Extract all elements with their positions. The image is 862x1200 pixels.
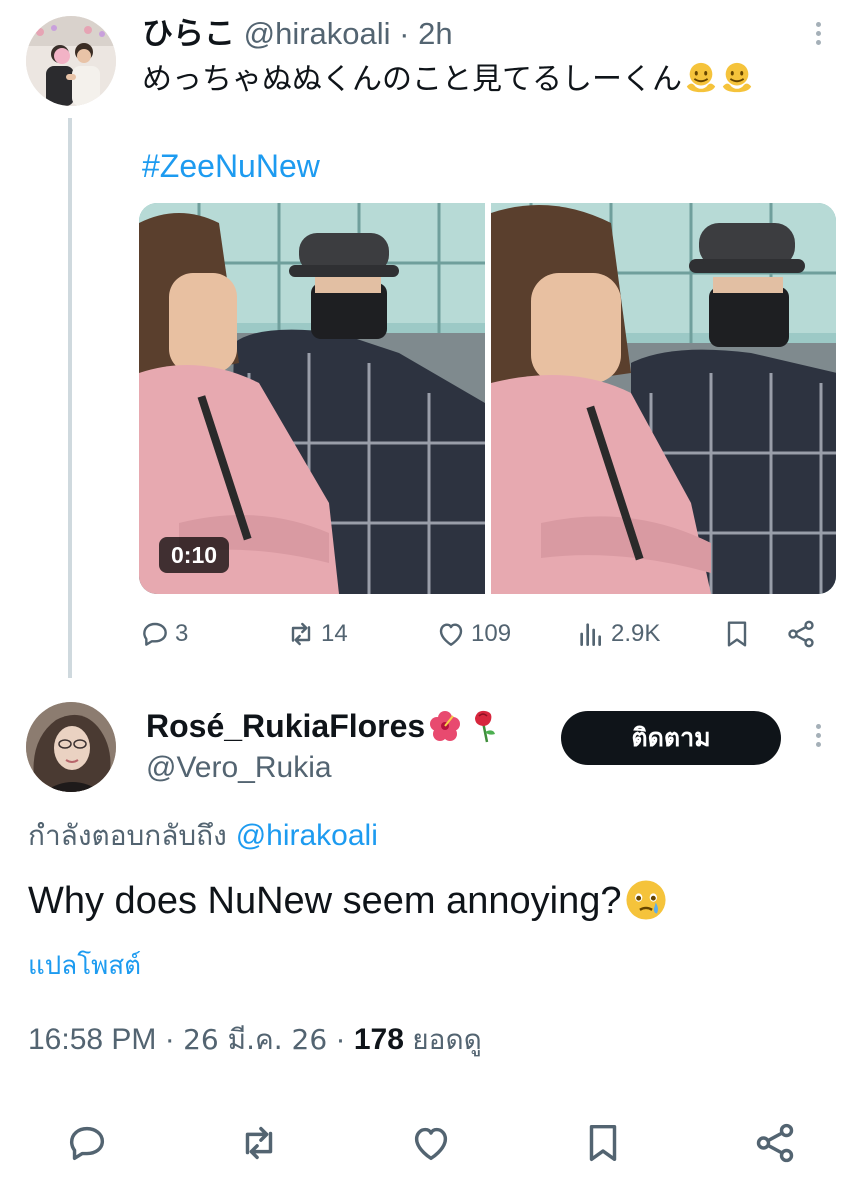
melting-face-emoji-icon: [686, 62, 716, 93]
melting-face-emoji-icon: [722, 62, 752, 93]
share-button[interactable]: [785, 612, 821, 656]
tweet2-meta: 16:58 PM · 26 มี.ค. 26 · 178 ยอดดู: [28, 1018, 482, 1062]
heart-icon: [439, 623, 463, 646]
avatar-vero-rukia[interactable]: [26, 702, 116, 792]
rose-emoji-icon: [475, 710, 496, 743]
tweet2-views-count: 178: [353, 1023, 404, 1056]
tweet2-handle[interactable]: @Vero_Rukia: [146, 748, 332, 788]
hibiscus-emoji-icon: [430, 711, 461, 741]
tweet2-time[interactable]: 16:58 PM: [28, 1023, 156, 1056]
replying-to-mention[interactable]: @hirakoali: [236, 819, 378, 852]
reply-count: 3: [175, 620, 189, 647]
tweet2-display-name[interactable]: Rosé_RukiaFlores: [146, 706, 425, 746]
meta-separator: ·: [335, 1023, 346, 1056]
repost-count: 14: [321, 620, 348, 647]
tweet2-text-content: Why does NuNew seem annoying?: [28, 880, 622, 922]
thread-connector-line: [68, 118, 72, 678]
tweet2-views-label: ยอดดู: [412, 1023, 482, 1056]
share-icon: [788, 620, 814, 648]
reply-button[interactable]: 3: [139, 612, 188, 656]
heart-icon[interactable]: [408, 1120, 454, 1166]
reply-icon: [143, 622, 167, 646]
tweet1-display-name[interactable]: ひらこ: [142, 16, 235, 52]
follow-button[interactable]: ติดตาม: [561, 711, 781, 765]
tweet2-text: Why does NuNew seem annoying?: [28, 876, 668, 926]
tweet1-separator: ·: [399, 16, 410, 51]
tweet1-timestamp[interactable]: 2h: [418, 16, 452, 51]
repost-icon[interactable]: [236, 1120, 282, 1166]
photo-thumbnail[interactable]: [490, 203, 836, 594]
tweet1-hashtag[interactable]: #ZeeNuNew: [142, 146, 320, 186]
more-vertical-icon[interactable]: [806, 18, 830, 52]
tweet1-media[interactable]: 0:10: [139, 203, 836, 594]
tweet2-action-bar: [0, 1118, 862, 1168]
tweet1-handle[interactable]: @hirakoali: [244, 16, 391, 51]
face-holding-back-tears-emoji-icon: [625, 880, 666, 920]
like-button[interactable]: 109: [435, 612, 511, 656]
meta-separator: ·: [164, 1023, 175, 1056]
tweet2-name-row: Rosé_RukiaFlores: [146, 706, 501, 746]
tweet1-text-content: めっちゃぬぬくんのこと見てるしーくん: [142, 62, 682, 97]
bookmark-icon[interactable]: [580, 1120, 626, 1166]
more-vertical-icon[interactable]: [806, 720, 830, 754]
tweet1-header: ひらこ @hirakoali · 2h: [142, 14, 453, 54]
tweet1-text: めっちゃぬぬくんのこと見てるしーくん: [142, 60, 754, 100]
reply-icon[interactable]: [64, 1120, 110, 1166]
bookmark-icon: [727, 621, 747, 647]
like-count: 109: [471, 620, 512, 647]
views-icon: [580, 623, 601, 646]
bookmark-button[interactable]: [721, 612, 757, 656]
tweet1-action-bar: 3 14 109 2.9K: [139, 612, 829, 656]
translate-post-link[interactable]: แปลโพสต์: [28, 946, 141, 986]
video-duration-badge: 0:10: [159, 537, 230, 573]
repost-icon: [291, 622, 311, 646]
avatar-hirakoali[interactable]: [26, 16, 116, 106]
views-button[interactable]: 2.9K: [575, 612, 660, 656]
tweet2-date[interactable]: 26 มี.ค. 26: [183, 1023, 327, 1056]
share-icon[interactable]: [752, 1120, 798, 1166]
replying-to-label: กำลังตอบกลับถึง: [28, 819, 227, 852]
views-count: 2.9K: [611, 620, 661, 647]
replying-to-line: กำลังตอบกลับถึง @hirakoali: [28, 816, 378, 856]
video-thumbnail[interactable]: 0:10: [139, 203, 485, 594]
repost-button[interactable]: 14: [285, 612, 348, 656]
